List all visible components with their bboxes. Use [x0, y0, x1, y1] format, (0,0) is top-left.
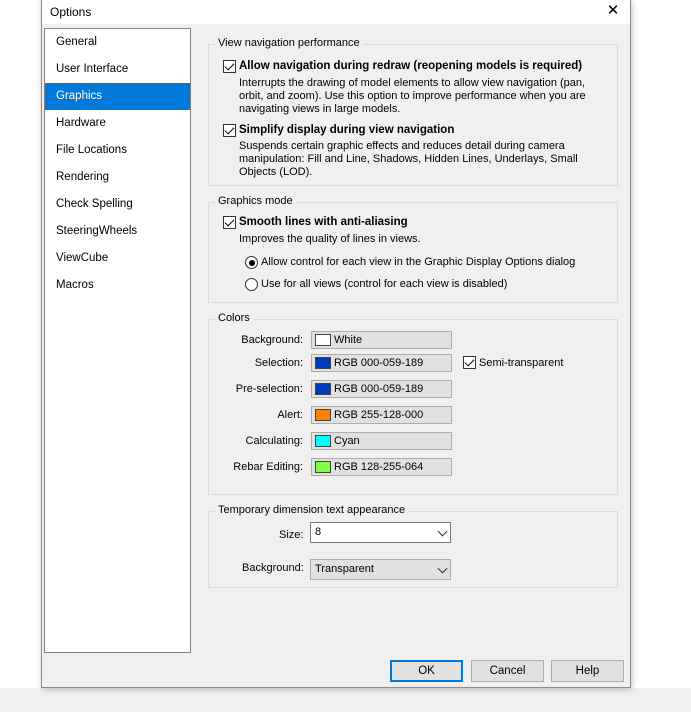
- nav-item-macros[interactable]: Macros: [45, 272, 190, 299]
- group-title-view-navigation: View navigation performance: [215, 37, 363, 49]
- desc-line: Suspends certain graphic effects and red…: [239, 140, 565, 152]
- size-label: Size:: [279, 529, 304, 541]
- chevron-down-icon: [437, 526, 448, 537]
- color-value: White: [334, 334, 363, 346]
- nav-item-hardware[interactable]: Hardware: [45, 110, 190, 137]
- nav-item-user-interface[interactable]: User Interface: [45, 56, 190, 83]
- cancel-button[interactable]: Cancel: [471, 660, 544, 682]
- pre-selection-color-button[interactable]: RGB 000-059-189: [311, 380, 452, 398]
- calculating-color-button[interactable]: Cyan: [311, 432, 452, 450]
- view-navigation-group: View navigation performance Allow naviga…: [208, 37, 618, 186]
- use-all-views-label: Use for all views (control for each view…: [261, 278, 508, 290]
- color-value: RGB 128-255-064: [334, 461, 424, 473]
- calculating-color-label: Calculating:: [245, 435, 303, 447]
- color-swatch: [315, 357, 331, 369]
- simplify-display-description: Suspends certain graphic effects and red…: [239, 140, 578, 179]
- desc-line: orbit, and zoom). Use this option to imp…: [239, 90, 586, 102]
- selection-color-label: Selection:: [254, 357, 303, 369]
- anti-aliasing-label: Smooth lines with anti-aliasing: [239, 216, 408, 228]
- selection-color-button[interactable]: RGB 000-059-189: [311, 354, 452, 372]
- simplify-display-label: Simplify display during view navigation: [239, 124, 455, 136]
- background-strip: [0, 688, 691, 712]
- allow-redraw-description: Interrupts the drawing of model elements…: [239, 77, 586, 116]
- dialog-title: Options: [50, 5, 92, 19]
- group-title-colors: Colors: [215, 312, 253, 324]
- colors-group: Colors Background: White Selection: RGB …: [208, 312, 618, 495]
- ok-button[interactable]: OK: [390, 660, 463, 682]
- allow-redraw-checkbox[interactable]: [223, 60, 236, 73]
- rebar-editing-color-label: Rebar Editing:: [233, 461, 303, 473]
- graphics-mode-group: Graphics mode Smooth lines with anti-ali…: [208, 195, 618, 303]
- allow-per-view-radio[interactable]: [245, 256, 258, 269]
- anti-aliasing-checkbox[interactable]: [223, 216, 236, 229]
- allow-redraw-label: Allow navigation during redraw (reopenin…: [239, 60, 583, 72]
- color-swatch: [315, 383, 331, 395]
- nav-item-steeringwheels[interactable]: SteeringWheels: [45, 218, 190, 245]
- color-value: RGB 000-059-189: [334, 383, 424, 395]
- background-color-label: Background:: [241, 334, 303, 346]
- group-title-graphics-mode: Graphics mode: [215, 195, 296, 207]
- text-background-dropdown[interactable]: Transparent: [310, 559, 451, 580]
- text-background-value: Transparent: [315, 563, 374, 575]
- alert-color-label: Alert:: [277, 409, 303, 421]
- color-swatch: [315, 409, 331, 421]
- color-swatch: [315, 435, 331, 447]
- temp-dimension-group: Temporary dimension text appearance Size…: [208, 504, 618, 588]
- color-value: Cyan: [334, 435, 360, 447]
- category-list: General User Interface Graphics Hardware…: [44, 28, 191, 653]
- rebar-editing-color-button[interactable]: RGB 128-255-064: [311, 458, 452, 476]
- size-value: 8: [315, 526, 322, 538]
- text-background-label: Background:: [242, 562, 304, 574]
- chevron-down-icon: [437, 563, 448, 574]
- nav-item-file-locations[interactable]: File Locations: [45, 137, 190, 164]
- color-swatch: [315, 334, 331, 346]
- close-icon[interactable]: ✕: [604, 2, 622, 20]
- color-value: RGB 000-059-189: [334, 357, 424, 369]
- semi-transparent-label: Semi-transparent: [479, 357, 564, 369]
- color-swatch: [315, 461, 331, 473]
- allow-per-view-label: Allow control for each view in the Graph…: [261, 256, 576, 268]
- nav-item-rendering[interactable]: Rendering: [45, 164, 190, 191]
- pre-selection-color-label: Pre-selection:: [235, 383, 303, 395]
- nav-item-general[interactable]: General: [45, 29, 190, 56]
- options-dialog: Options ✕ General User Interface Graphic…: [41, 0, 631, 688]
- desc-line: Interrupts the drawing of model elements…: [239, 77, 586, 89]
- help-button[interactable]: Help: [551, 660, 624, 682]
- desc-line: manipulation: Fill and Line, Shadows, Hi…: [239, 153, 578, 165]
- size-dropdown[interactable]: 8: [310, 522, 451, 543]
- title-bar: Options ✕: [42, 0, 630, 24]
- color-value: RGB 255-128-000: [334, 409, 424, 421]
- simplify-display-checkbox[interactable]: [223, 124, 236, 137]
- group-title-temp-dimension: Temporary dimension text appearance: [215, 504, 409, 516]
- nav-item-graphics[interactable]: Graphics: [45, 83, 190, 110]
- alert-color-button[interactable]: RGB 255-128-000: [311, 406, 452, 424]
- desc-line: navigating views in large models.: [239, 103, 401, 115]
- semi-transparent-checkbox[interactable]: [463, 356, 476, 369]
- nav-item-check-spelling[interactable]: Check Spelling: [45, 191, 190, 218]
- background-color-button[interactable]: White: [311, 331, 452, 349]
- desc-line: Objects (LOD).: [239, 166, 313, 178]
- anti-aliasing-description: Improves the quality of lines in views.: [239, 233, 421, 245]
- use-all-views-radio[interactable]: [245, 278, 258, 291]
- nav-item-viewcube[interactable]: ViewCube: [45, 245, 190, 272]
